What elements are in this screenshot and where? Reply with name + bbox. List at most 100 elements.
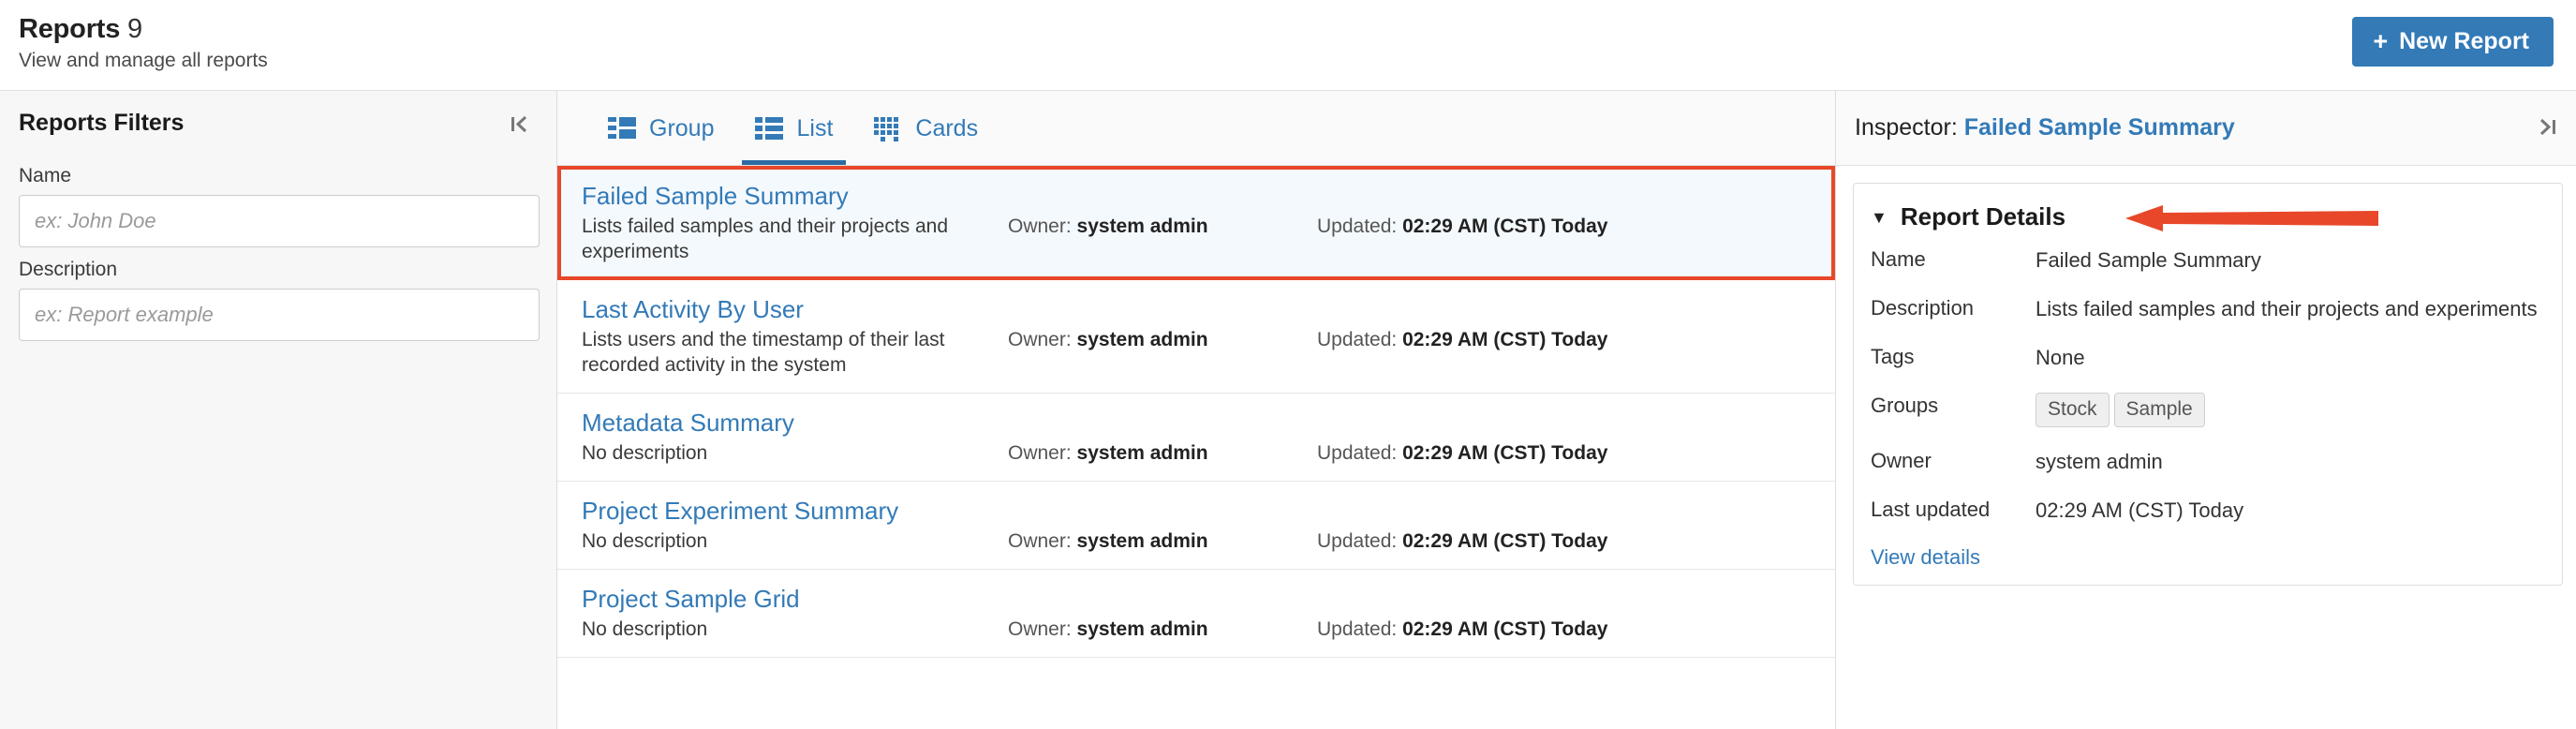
owner-prefix: Owner: (1008, 442, 1072, 464)
report-meta: Lists failed samples and their projects … (582, 214, 1811, 264)
updated-value: 02:29 AM (CST) Today (1402, 618, 1608, 640)
list-view-icon (755, 116, 784, 141)
detail-row-owner: Owner system admin (1854, 448, 2562, 476)
table-row[interactable]: Metadata Summary No description Owner: s… (557, 394, 1835, 482)
updated-prefix: Updated: (1317, 442, 1398, 464)
detail-value: 02:29 AM (CST) Today (2036, 498, 2244, 522)
table-row[interactable]: Project Experiment Summary No descriptio… (557, 482, 1835, 570)
updated-value: 02:29 AM (CST) Today (1402, 442, 1608, 464)
detail-label: Owner (1871, 449, 1932, 472)
report-description: No description (582, 442, 708, 464)
report-name-link[interactable]: Project Experiment Summary (582, 497, 1811, 526)
report-name-link[interactable]: Project Sample Grid (582, 585, 1811, 614)
report-details-header[interactable]: ▼ Report Details (1854, 197, 2562, 246)
collapse-inspector-icon[interactable] (2535, 114, 2559, 142)
page-title: Reports 9 (19, 13, 268, 45)
report-owner: Owner: system admin (1008, 214, 1317, 239)
updated-value: 02:29 AM (CST) Today (1402, 216, 1608, 237)
updated-value: 02:29 AM (CST) Today (1402, 530, 1608, 552)
report-name-link[interactable]: Last Activity By User (582, 295, 1811, 324)
detail-value: None (2036, 346, 2085, 369)
new-report-label: New Report (2399, 28, 2529, 54)
group-view-icon (608, 116, 636, 141)
owner-value: system admin (1076, 329, 1208, 350)
page-title-text: Reports (19, 14, 121, 44)
tab-cards[interactable]: Cards (853, 91, 999, 165)
annotation-arrow-icon (2125, 205, 2378, 231)
detail-row-name: Name Failed Sample Summary (1854, 246, 2562, 275)
filter-name-group: Name (0, 154, 556, 247)
filter-description-input[interactable] (19, 289, 540, 341)
page-body: Reports Filters Name Description (0, 91, 2576, 729)
owner-prefix: Owner: (1008, 216, 1072, 237)
owner-prefix: Owner: (1008, 329, 1072, 350)
report-meta: No description Owner: system admin Updat… (582, 440, 1811, 466)
report-description: Lists users and the timestamp of their l… (582, 329, 945, 376)
detail-label: Name (1871, 247, 1926, 271)
filter-description-group: Description (0, 247, 556, 341)
detail-label: Groups (1871, 394, 1939, 417)
updated-prefix: Updated: (1317, 216, 1398, 237)
collapse-filters-icon[interactable] (508, 112, 532, 136)
report-owner: Owner: system admin (1008, 327, 1317, 352)
filters-title: Reports Filters (19, 110, 185, 136)
report-description: Lists failed samples and their projects … (582, 216, 949, 262)
detail-value: system admin (2036, 450, 2163, 473)
detail-row-tags: Tags None (1854, 344, 2562, 372)
detail-value: Failed Sample Summary (2036, 248, 2261, 272)
new-report-button[interactable]: + New Report (2352, 17, 2554, 67)
report-name-link[interactable]: Failed Sample Summary (582, 182, 1811, 211)
owner-value: system admin (1076, 216, 1208, 237)
table-row[interactable]: Failed Sample Summary Lists failed sampl… (557, 166, 1835, 280)
updated-prefix: Updated: (1317, 618, 1398, 640)
collapse-right-glyph (2539, 118, 2555, 135)
collapse-left-glyph (511, 115, 527, 132)
group-chip[interactable]: Stock (2036, 393, 2110, 427)
owner-prefix: Owner: (1008, 530, 1072, 552)
owner-value: system admin (1076, 618, 1208, 640)
page-subtitle: View and manage all reports (19, 50, 268, 71)
detail-row-groups: Groups Stock Sample (1854, 393, 2562, 427)
filter-name-label: Name (19, 165, 72, 186)
owner-prefix: Owner: (1008, 618, 1072, 640)
title-block: Reports 9 View and manage all reports (19, 13, 268, 73)
report-owner: Owner: system admin (1008, 440, 1317, 466)
report-meta: No description Owner: system admin Updat… (582, 528, 1811, 554)
report-updated: Updated: 02:29 AM (CST) Today (1317, 327, 1607, 352)
owner-value: system admin (1076, 530, 1208, 552)
detail-value: Lists failed samples and their projects … (2036, 297, 2538, 320)
inspector-panel: Inspector: Failed Sample Summary ▼ Repor… (1836, 91, 2576, 729)
updated-prefix: Updated: (1317, 530, 1398, 552)
report-meta: Lists users and the timestamp of their l… (582, 327, 1811, 378)
table-row[interactable]: Project Sample Grid No description Owner… (557, 570, 1835, 658)
report-name-link[interactable]: Metadata Summary (582, 409, 1811, 438)
owner-value: system admin (1076, 442, 1208, 464)
reports-filters-panel: Reports Filters Name Description (0, 91, 557, 729)
view-tabs: Group List Cards (557, 91, 1835, 166)
report-owner: Owner: system admin (1008, 528, 1317, 554)
tab-list[interactable]: List (734, 91, 853, 165)
group-chips: Stock Sample (2036, 393, 2545, 427)
filter-name-input[interactable] (19, 195, 540, 247)
detail-label: Tags (1871, 345, 1915, 368)
tab-group[interactable]: Group (587, 91, 734, 165)
table-row[interactable]: Last Activity By User Lists users and th… (557, 280, 1835, 394)
detail-label: Last updated (1871, 498, 1991, 521)
inspector-prefix: Inspector: (1855, 114, 1958, 141)
report-meta: No description Owner: system admin Updat… (582, 617, 1811, 642)
inspector-header: Inspector: Failed Sample Summary (1836, 91, 2576, 166)
report-owner: Owner: system admin (1008, 617, 1317, 642)
updated-value: 02:29 AM (CST) Today (1402, 329, 1608, 350)
group-chip[interactable]: Sample (2113, 393, 2205, 427)
updated-prefix: Updated: (1317, 329, 1398, 350)
report-updated: Updated: 02:29 AM (CST) Today (1317, 617, 1607, 642)
detail-row-last-updated: Last updated 02:29 AM (CST) Today (1854, 497, 2562, 525)
report-updated: Updated: 02:29 AM (CST) Today (1317, 440, 1607, 466)
report-updated: Updated: 02:29 AM (CST) Today (1317, 214, 1607, 239)
tab-list-label: List (796, 114, 834, 141)
view-details-link[interactable]: View details (1854, 545, 1997, 570)
detail-label: Description (1871, 296, 1975, 320)
page-header: Reports 9 View and manage all reports + … (0, 0, 2576, 91)
chevron-down-icon: ▼ (1871, 207, 1888, 227)
filters-header: Reports Filters (0, 91, 556, 154)
